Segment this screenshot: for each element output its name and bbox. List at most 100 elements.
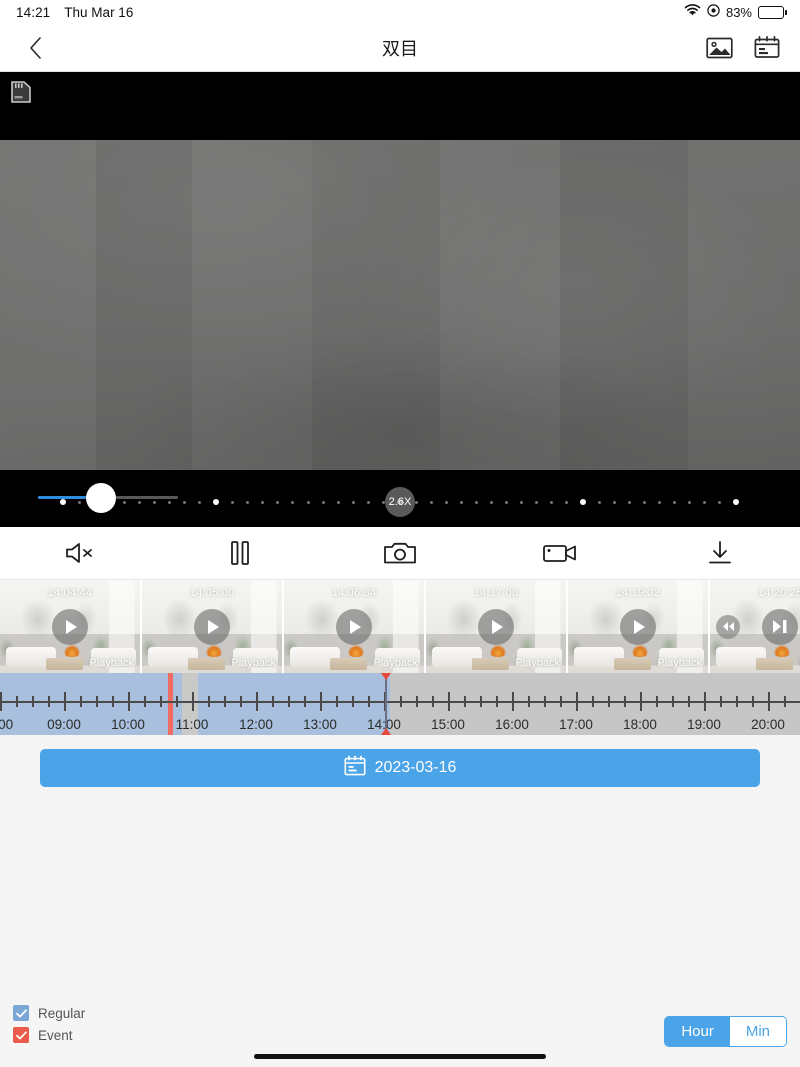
mute-button[interactable] bbox=[0, 527, 160, 579]
wifi-icon bbox=[684, 4, 701, 20]
thumbnail-item[interactable]: 14:06:34 Playback bbox=[284, 580, 424, 673]
play-button[interactable] bbox=[336, 608, 372, 645]
thumbnail-item[interactable]: 14:17:08 Playback bbox=[426, 580, 566, 673]
play-button[interactable] bbox=[762, 608, 798, 645]
video-letterbox-top bbox=[0, 72, 800, 140]
download-button[interactable] bbox=[640, 527, 800, 579]
nav-actions bbox=[704, 33, 782, 63]
image-gallery-icon bbox=[705, 37, 733, 58]
legend-checkbox[interactable] bbox=[13, 1005, 29, 1021]
zoom-ruler-dot bbox=[93, 500, 97, 504]
video-player[interactable]: 2.6X bbox=[0, 72, 800, 527]
timeline-tick-minor bbox=[208, 696, 210, 707]
timeline-tick-minor bbox=[368, 696, 370, 707]
snapshot-button[interactable] bbox=[320, 527, 480, 579]
thumbnail-item[interactable]: 14:04:44 Playback bbox=[0, 580, 140, 673]
play-button[interactable] bbox=[194, 608, 230, 645]
zoom-ruler-dot bbox=[643, 500, 647, 504]
zoom-ruler-dot bbox=[519, 500, 523, 504]
scale-toggle[interactable]: Hour Min bbox=[664, 1016, 787, 1047]
thumbnail-item[interactable]: 14:05:00 Playback bbox=[142, 580, 282, 673]
zoom-ruler-dot bbox=[78, 500, 82, 504]
play-icon bbox=[350, 619, 361, 634]
scale-option-hour[interactable]: Hour bbox=[665, 1017, 730, 1046]
page-title: 双目 bbox=[382, 38, 418, 59]
zoom-ruler-dot bbox=[474, 500, 478, 504]
zoom-ruler[interactable]: 2.6X bbox=[60, 487, 740, 517]
date-picker-button[interactable]: 2023-03-16 bbox=[40, 749, 760, 787]
zoom-ruler-dot bbox=[580, 499, 587, 505]
zoom-ruler-dot bbox=[688, 500, 692, 504]
timeline-tick-minor bbox=[592, 696, 594, 707]
thumbnail-decor bbox=[756, 658, 793, 671]
legend-row[interactable]: Regular bbox=[13, 1005, 85, 1021]
timeline-tick-minor bbox=[656, 696, 658, 707]
timeline-tick-minor bbox=[400, 696, 402, 707]
timeline-tick-minor bbox=[336, 696, 338, 707]
thumbnail-label: Playback bbox=[373, 657, 418, 669]
play-button[interactable] bbox=[52, 608, 88, 645]
scale-option-min[interactable]: Min bbox=[729, 1017, 786, 1046]
play-icon bbox=[208, 619, 219, 634]
gallery-button[interactable] bbox=[704, 33, 734, 63]
play-button[interactable] bbox=[478, 608, 514, 645]
thumbnail-item[interactable]: 14:19:32 Playback bbox=[568, 580, 708, 673]
timeline-tick-major bbox=[128, 692, 130, 711]
nav-bar: 双目 bbox=[0, 24, 800, 72]
thumbnail-timestamp: 14:20:25 bbox=[757, 587, 800, 599]
zoom-ruler-dot bbox=[261, 500, 265, 504]
timeline-event-marker[interactable] bbox=[167, 673, 173, 735]
thumbnail-label: Playback bbox=[657, 657, 702, 669]
status-time: 14:21 bbox=[16, 4, 51, 20]
video-stream[interactable] bbox=[0, 140, 800, 470]
thumbnail-label: Playback bbox=[231, 657, 276, 669]
timeline-tick-minor bbox=[16, 696, 18, 707]
timeline-tick-minor bbox=[432, 696, 434, 707]
timeline-tick-minor bbox=[32, 696, 34, 707]
play-button[interactable] bbox=[620, 608, 656, 645]
timeline-tick-minor bbox=[560, 696, 562, 707]
calendar-button[interactable] bbox=[752, 33, 782, 63]
zoom-ruler-dot bbox=[444, 500, 448, 504]
zoom-ruler-dot bbox=[489, 500, 493, 504]
app-screen: 14:21 Thu Mar 16 83% 双目 2.6X 14:04:44 Pl… bbox=[0, 0, 800, 1067]
timeline-tick-major bbox=[576, 692, 578, 711]
timeline-tick-minor bbox=[48, 696, 50, 707]
zoom-ruler-dot bbox=[231, 500, 235, 504]
timeline-tick-major bbox=[192, 692, 194, 711]
legend-checkbox[interactable] bbox=[13, 1027, 29, 1043]
calendar-icon bbox=[344, 755, 366, 781]
back-button[interactable] bbox=[18, 31, 52, 65]
timeline-ruler[interactable]: 8:0009:0010:0011:0012:0013:0014:0015:001… bbox=[0, 673, 800, 735]
timeline-label: 8:00 bbox=[0, 717, 14, 732]
thumbnail-item[interactable]: 14:20:25Playback bbox=[710, 580, 800, 673]
timeline-tick-minor bbox=[480, 696, 482, 707]
record-button[interactable] bbox=[480, 527, 640, 579]
timeline-tick-major bbox=[320, 692, 322, 711]
zoom-ruler-dot bbox=[613, 500, 617, 504]
play-icon bbox=[66, 619, 77, 634]
playback-toolbar bbox=[0, 527, 800, 580]
timeline-tick-minor bbox=[688, 696, 690, 707]
timeline-tick-minor bbox=[304, 696, 306, 707]
timeline-playhead[interactable] bbox=[385, 673, 388, 735]
thumbnail-decor bbox=[774, 645, 791, 658]
sd-card-icon bbox=[10, 80, 32, 104]
timeline-tick-minor bbox=[752, 696, 754, 707]
rewind-icon bbox=[722, 622, 734, 631]
zoom-ruler-dot bbox=[183, 500, 187, 504]
zoom-ruler-dot bbox=[628, 500, 632, 504]
timeline-tick-minor bbox=[544, 696, 546, 707]
battery-icon bbox=[758, 5, 787, 19]
thumbnail-strip[interactable]: 14:04:44 Playback 14:05:00 Playback 14:06:34… bbox=[0, 580, 800, 673]
pause-button[interactable] bbox=[160, 527, 320, 579]
timeline-label: 11:00 bbox=[175, 717, 209, 732]
legend-row[interactable]: Event bbox=[13, 1027, 85, 1043]
timeline-label: 15:00 bbox=[431, 717, 465, 732]
location-icon bbox=[707, 4, 720, 20]
timeline-tick-major bbox=[256, 692, 258, 711]
timeline-label: 09:00 bbox=[47, 717, 81, 732]
zoom-ruler-dot bbox=[429, 500, 433, 504]
prev-clip-button[interactable] bbox=[716, 614, 740, 639]
thumbnail-label: Playback bbox=[515, 657, 560, 669]
